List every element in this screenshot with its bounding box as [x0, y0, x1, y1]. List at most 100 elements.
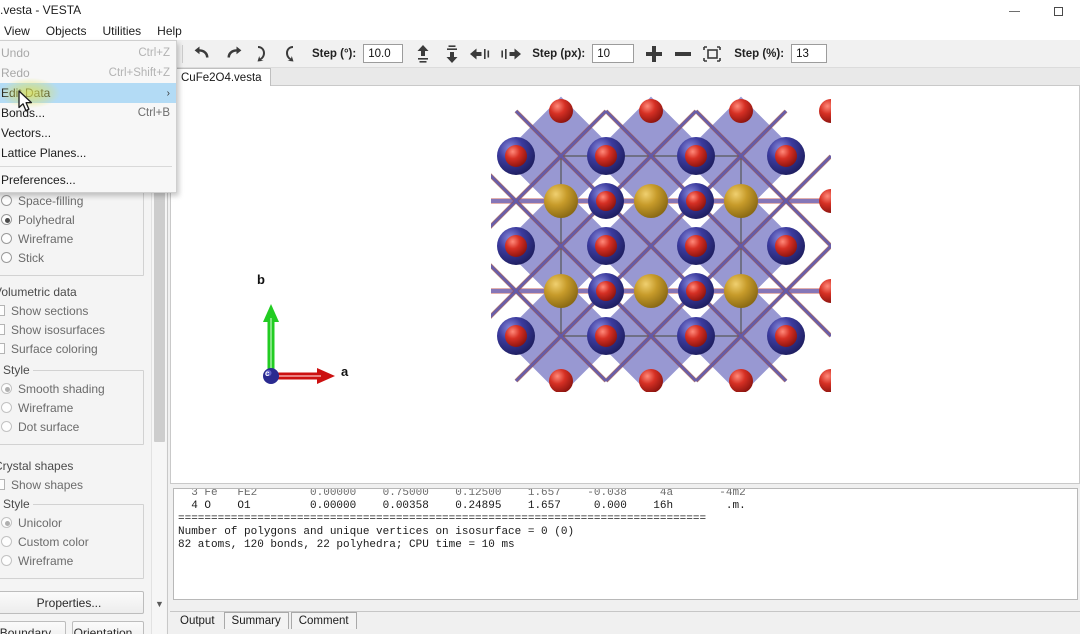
menu-item-lattice-planes[interactable]: Lattice Planes... — [0, 143, 176, 163]
checkbox-icon — [0, 343, 5, 354]
minimize-icon — [1008, 10, 1020, 12]
zoom-in-icon[interactable] — [641, 42, 667, 66]
tab-summary[interactable]: Summary — [223, 612, 289, 629]
radio-label: Dot surface — [18, 419, 80, 434]
fit-to-screen-icon[interactable] — [699, 42, 725, 66]
radio-dot-surface[interactable]: Dot surface — [1, 417, 137, 436]
menu-item-shortcut: Ctrl+B — [137, 107, 170, 119]
checkbox-label: Surface coloring — [11, 341, 98, 356]
menu-item-shortcut: Ctrl+Z — [138, 47, 170, 59]
radio-icon — [1, 383, 12, 394]
crystal-structure-render — [491, 96, 831, 392]
window-title: .vesta - VESTA — [0, 3, 82, 17]
volumetric-style-title: Style — [0, 363, 33, 377]
radio-label: Wireframe — [18, 400, 74, 415]
checkbox-label: Show isosurfaces — [11, 322, 106, 337]
menu-item-bonds[interactable]: Bonds... Ctrl+B — [0, 103, 176, 123]
step-pixels-input[interactable]: 10 — [592, 44, 635, 63]
menu-item-label: Redo — [1, 66, 30, 80]
menu-help[interactable]: Help — [149, 23, 190, 39]
tilt-right-icon[interactable] — [277, 42, 303, 66]
radio-custom-color[interactable]: Custom color — [1, 532, 137, 551]
step-percent-input[interactable]: 13 — [791, 44, 828, 63]
radio-label: Unicolor — [18, 515, 63, 530]
radio-volumetric-wireframe[interactable]: Wireframe — [1, 398, 137, 417]
output-line: 3 Fe FE2 0.00000 0.75000 0.12500 1.657 -… — [178, 488, 746, 499]
step-degrees-label: Step (°): — [312, 47, 357, 60]
boundary-button[interactable]: Boundary... — [0, 621, 66, 634]
radio-shapes-wireframe[interactable]: Wireframe — [1, 551, 137, 570]
output-line: 82 atoms, 120 bonds, 22 polyhedra; CPU t… — [178, 539, 515, 551]
menu-separator — [0, 166, 172, 167]
output-line: ========================================… — [178, 513, 707, 525]
radio-stick[interactable]: Stick — [1, 248, 137, 267]
checkbox-label: Show shapes — [11, 477, 84, 492]
checkbox-show-isosurfaces[interactable]: Show isosurfaces — [0, 320, 152, 339]
radio-icon — [1, 252, 12, 263]
view-toolbar: Step (°): 10.0 Step (px): 10 Step (%): 1… — [170, 40, 1080, 68]
volumetric-data-heading: Volumetric data — [0, 285, 77, 299]
structure-viewport[interactable]: b a c — [170, 86, 1080, 484]
move-down-icon[interactable] — [439, 42, 465, 66]
checkbox-icon — [0, 324, 5, 335]
menu-item-undo[interactable]: Undo Ctrl+Z — [0, 43, 176, 63]
step-degrees-input[interactable]: 10.0 — [363, 44, 404, 63]
output-text-area[interactable]: 3 Fe FE2 0.00000 0.75000 0.12500 1.657 -… — [173, 488, 1078, 600]
crystal-shapes-heading: Crystal shapes — [0, 459, 74, 473]
radio-icon — [1, 555, 12, 566]
rotate-counterclockwise-icon[interactable] — [190, 42, 216, 66]
tilt-left-icon[interactable] — [248, 42, 274, 66]
menu-item-label: Lattice Planes... — [1, 146, 87, 160]
zoom-out-icon[interactable] — [670, 42, 696, 66]
checkbox-label: Show sections — [11, 303, 89, 318]
radio-label: Custom color — [18, 534, 89, 549]
checkbox-icon — [0, 479, 5, 490]
menu-utilities[interactable]: Utilities — [94, 23, 149, 39]
move-left-icon[interactable] — [468, 42, 494, 66]
output-tab-bar: Output Summary Comment — [173, 611, 357, 629]
chevron-down-icon[interactable]: ▼ — [152, 596, 167, 612]
document-tab-strip: CuFe2O4.vesta — [170, 68, 1080, 86]
menu-item-vectors[interactable]: Vectors... — [0, 123, 176, 143]
output-line: 4 O O1 0.00000 0.00358 0.24895 1.657 0.0… — [178, 500, 746, 512]
radio-icon — [1, 233, 12, 244]
radio-unicolor[interactable]: Unicolor — [1, 513, 137, 532]
move-up-icon[interactable] — [410, 42, 436, 66]
radio-label: Wireframe — [18, 231, 74, 246]
axis-label-b: b — [257, 272, 265, 287]
radio-icon — [1, 536, 12, 547]
tab-comment[interactable]: Comment — [290, 612, 357, 629]
radio-polyhedral[interactable]: Polyhedral — [1, 210, 137, 229]
radio-label: Space-filling — [18, 193, 84, 208]
checkbox-show-shapes[interactable]: Show shapes — [0, 475, 152, 494]
radio-space-filling[interactable]: Space-filling — [1, 191, 137, 210]
menu-objects[interactable]: Objects — [38, 23, 95, 39]
output-panel: 3 Fe FE2 0.00000 0.75000 0.12500 1.657 -… — [170, 486, 1080, 634]
checkbox-show-sections[interactable]: Show sections — [0, 301, 152, 320]
document-tab-cufe2o4[interactable]: CuFe2O4.vesta — [172, 68, 271, 86]
rotate-clockwise-icon[interactable] — [219, 42, 245, 66]
menu-view[interactable]: View — [0, 23, 38, 39]
edit-menu-dropdown: Undo Ctrl+Z Redo Ctrl+Shift+Z Edit Data … — [0, 40, 177, 193]
axis-label-c: c — [265, 369, 270, 378]
radio-icon — [1, 214, 12, 225]
window-controls — [992, 0, 1080, 22]
orientation-button[interactable]: Orientation... — [72, 621, 144, 634]
tab-output[interactable]: Output — [173, 613, 222, 629]
radio-label: Polyhedral — [18, 212, 75, 227]
menu-item-redo[interactable]: Redo Ctrl+Shift+Z — [0, 63, 176, 83]
move-right-icon[interactable] — [497, 42, 523, 66]
radio-wireframe[interactable]: Wireframe — [1, 229, 137, 248]
menu-item-preferences[interactable]: Preferences... — [0, 170, 176, 190]
menu-item-edit-data[interactable]: Edit Data › — [0, 83, 176, 103]
properties-button[interactable]: Properties... — [0, 591, 144, 614]
checkbox-icon — [0, 305, 5, 316]
checkbox-surface-coloring[interactable]: Surface coloring — [0, 339, 152, 358]
maximize-button[interactable] — [1036, 0, 1080, 22]
radio-smooth-shading[interactable]: Smooth shading — [1, 379, 137, 398]
axis-label-a: a — [341, 364, 349, 379]
radio-icon — [1, 195, 12, 206]
vesta-application-window: .vesta - VESTA View Objects Utilities He… — [0, 0, 1080, 634]
minimize-button[interactable] — [992, 0, 1036, 22]
menu-item-label: Edit Data — [1, 86, 51, 100]
